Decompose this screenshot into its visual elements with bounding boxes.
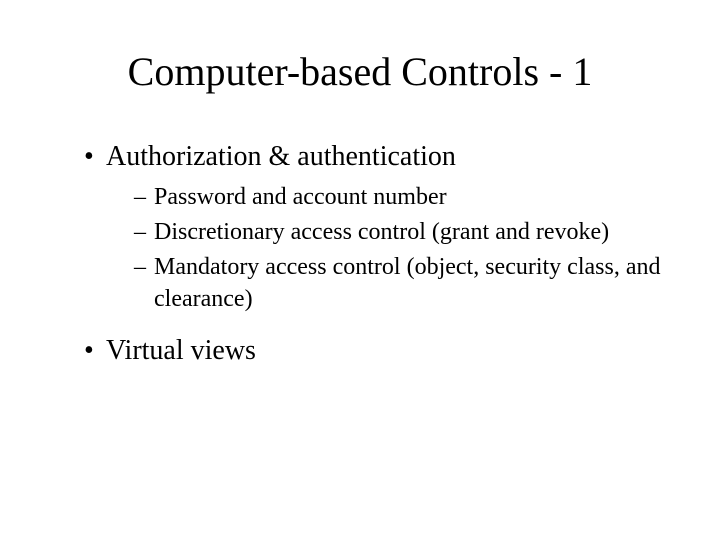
slide: Computer-based Controls - 1 Authorizatio… bbox=[0, 0, 720, 540]
list-item-text: Authorization & authentication bbox=[106, 141, 456, 172]
list-item: Password and account number bbox=[134, 182, 664, 213]
list-item: Discretionary access control (grant and … bbox=[134, 217, 664, 248]
list-item-text: Mandatory access control (object, securi… bbox=[154, 254, 660, 311]
list-item: Authorization & authentication Password … bbox=[84, 139, 664, 315]
sub-bullet-list: Password and account number Discretionar… bbox=[106, 182, 664, 315]
slide-title: Computer-based Controls - 1 bbox=[56, 48, 664, 95]
list-item-text: Password and account number bbox=[154, 184, 447, 210]
list-item: Virtual views bbox=[84, 333, 664, 368]
bullet-list: Authorization & authentication Password … bbox=[56, 139, 664, 368]
list-item-text: Virtual views bbox=[106, 335, 256, 366]
list-item: Mandatory access control (object, securi… bbox=[134, 252, 664, 314]
list-item-text: Discretionary access control (grant and … bbox=[154, 219, 609, 245]
